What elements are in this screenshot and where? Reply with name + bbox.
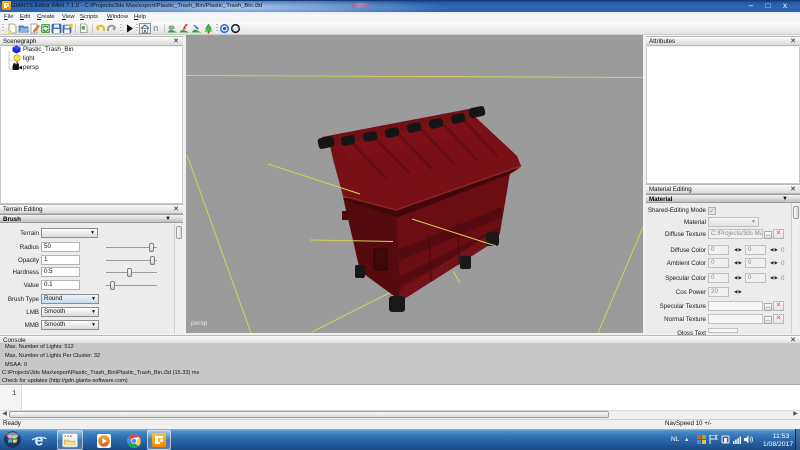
svg-text:e: e [35, 433, 44, 450]
